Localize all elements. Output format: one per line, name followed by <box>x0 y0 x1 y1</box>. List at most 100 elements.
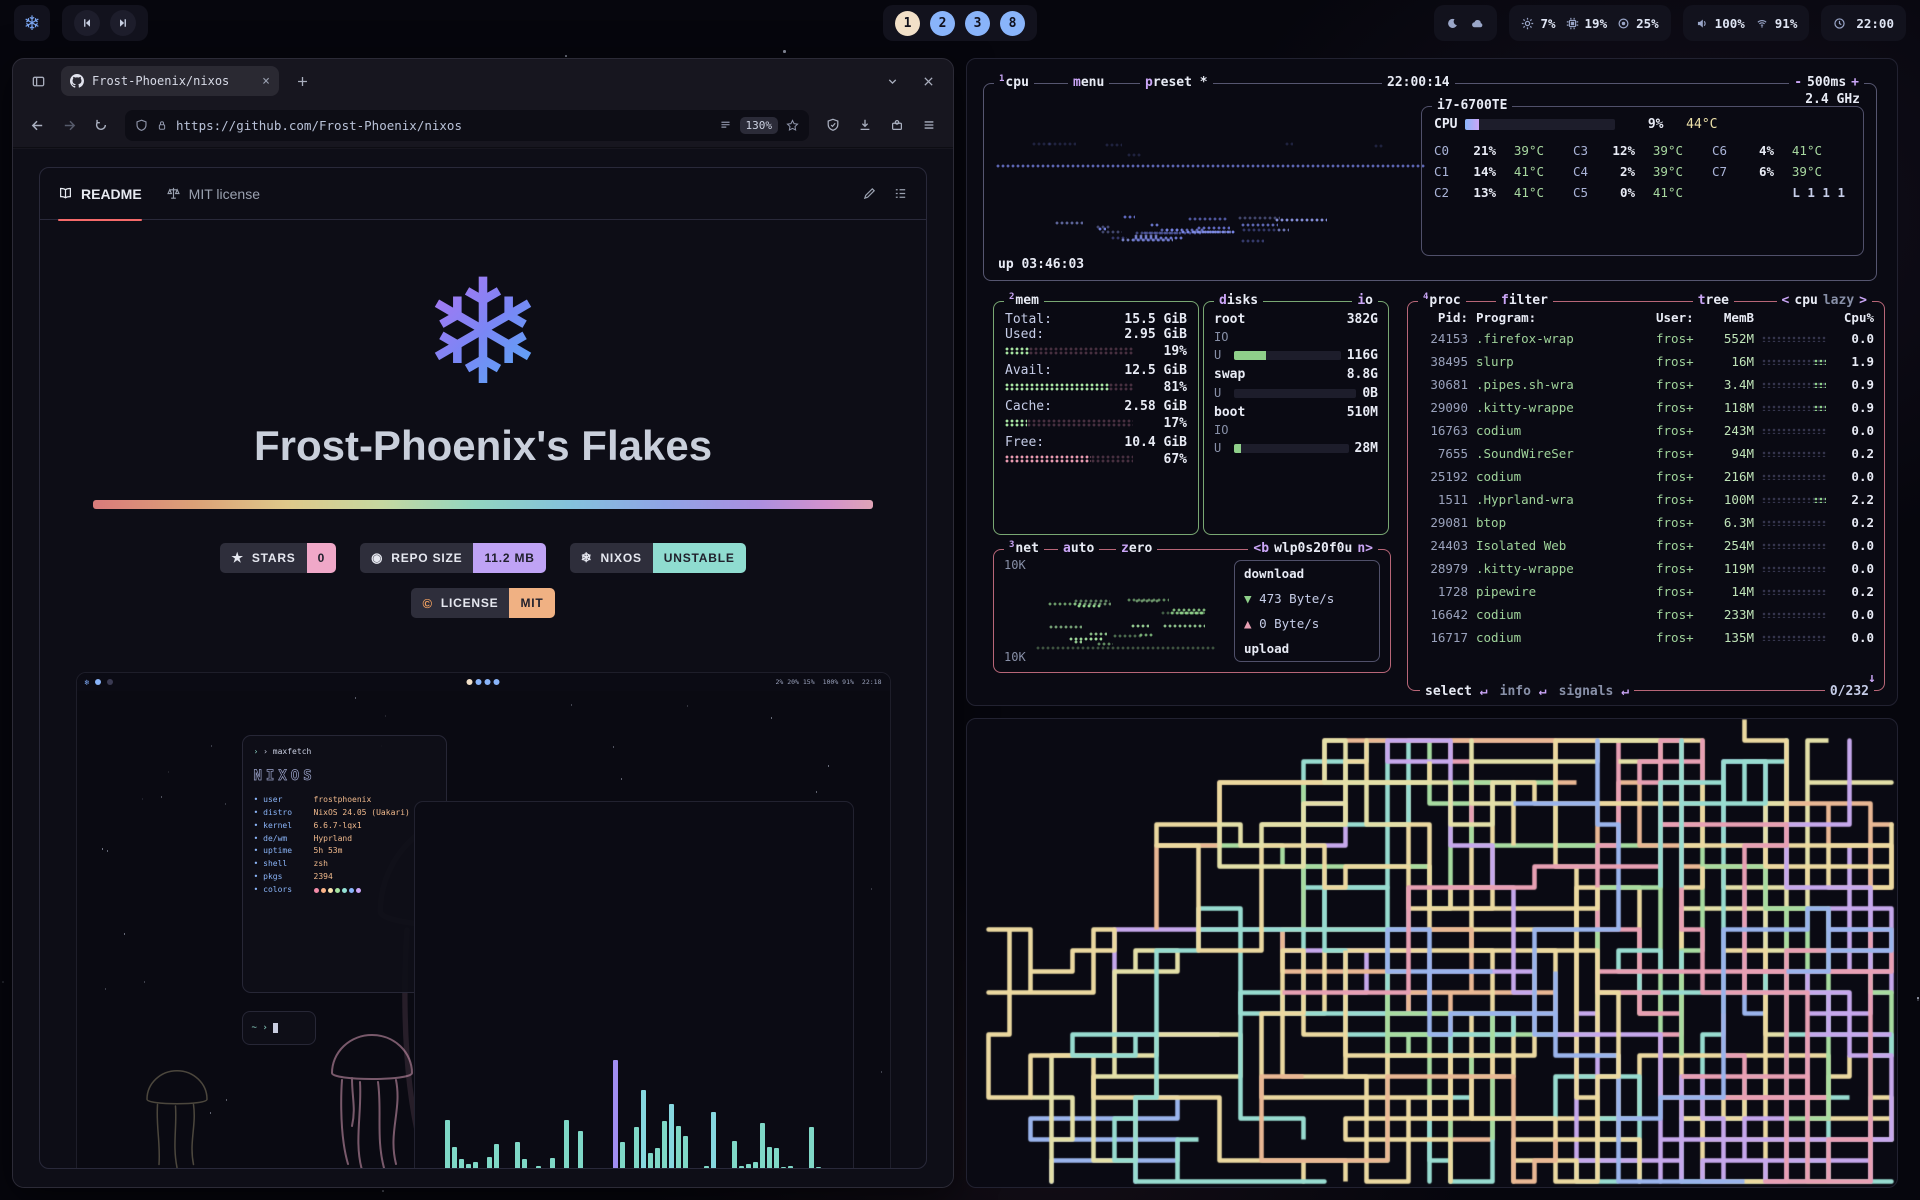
visualizer-bar <box>655 1148 660 1169</box>
preset-button[interactable]: preset * <box>1140 75 1213 90</box>
process-row-1728[interactable]: 1728pipewirefros+14M0.2 <box>1418 580 1874 603</box>
workspace-button-2[interactable]: 2 <box>930 11 955 36</box>
graph-dots <box>1055 221 1084 226</box>
tracking-shield-icon[interactable] <box>135 119 148 132</box>
disk-io-row: IO <box>1214 422 1378 438</box>
forward-button[interactable] <box>55 111 83 139</box>
process-row-24153[interactable]: 24153.firefox-wrapfros+552M0.0 <box>1418 327 1874 350</box>
mini-status-modules: 2% 20% 15% 100% 91% 22:18 <box>775 678 881 686</box>
net-auto-button[interactable]: auto <box>1058 541 1099 556</box>
graph-dots <box>1150 223 1161 228</box>
reload-button[interactable] <box>87 111 115 139</box>
process-row-16763[interactable]: 16763codiumfros+243M0.0 <box>1418 419 1874 442</box>
bookmark-star-icon[interactable] <box>786 119 799 132</box>
workspace-button-8[interactable]: 8 <box>1000 11 1025 36</box>
reader-mode-icon[interactable] <box>719 119 732 132</box>
tab-mit-license[interactable]: MIT license <box>166 168 260 220</box>
back-button[interactable] <box>23 111 51 139</box>
prev-workspace-button[interactable] <box>74 10 100 36</box>
tab-readme[interactable]: README <box>58 168 142 220</box>
badge-nixos[interactable]: ❄NIXOSUNSTABLE <box>570 543 746 573</box>
net-graph <box>1036 558 1226 658</box>
fetch-row-uptime: • uptime5h 53m <box>254 845 435 858</box>
tab-close-button[interactable]: × <box>262 74 270 89</box>
process-row-29090[interactable]: 29090.kitty-wrappefros+118M0.9 <box>1418 396 1874 419</box>
puzzle-icon <box>890 118 904 132</box>
core-C5: C50%41°C <box>1573 182 1712 203</box>
tab-list-button[interactable] <box>879 68 905 94</box>
process-row-7655[interactable]: 7655.SoundWireSerfros+94M0.2 <box>1418 442 1874 465</box>
process-row-28979[interactable]: 28979.kitty-wrappefros+119M0.0 <box>1418 557 1874 580</box>
visualizer-bar <box>487 1157 492 1169</box>
flake-logo: ❄ <box>422 260 544 406</box>
url-bar[interactable]: https://github.com/Frost-Phoenix/nixos 1… <box>125 110 809 141</box>
badge-label: STARS <box>252 551 296 565</box>
browser-tab[interactable]: Frost-Phoenix/nixos × <box>61 66 279 96</box>
sidebar-icon <box>31 74 46 89</box>
system-stats-module[interactable]: 7% 19% 25% <box>1509 5 1670 41</box>
cpu-total-temp: 44°C <box>1671 117 1717 132</box>
url-text[interactable]: https://github.com/Frost-Phoenix/nixos <box>176 118 711 133</box>
mem-meter <box>1005 383 1133 391</box>
process-row-38495[interactable]: 38495slurpfros+16M1.9 <box>1418 350 1874 373</box>
visualizer-bar <box>620 1142 625 1169</box>
lock-icon[interactable] <box>156 119 168 132</box>
badge-repo-size[interactable]: ◉REPO SIZE11.2 MB <box>360 543 546 573</box>
badge-stars[interactable]: ★STARS0 <box>220 543 336 573</box>
next-workspace-button[interactable] <box>110 10 136 36</box>
visualizer-bar <box>522 1159 527 1169</box>
io-mode-button[interactable]: io <box>1352 293 1378 308</box>
badge-license[interactable]: ©LICENSEMIT <box>411 588 554 618</box>
disks-box-title: disks <box>1214 293 1263 308</box>
zoom-indicator[interactable]: 130% <box>740 117 779 134</box>
process-row-24403[interactable]: 24403Isolated Webfros+254M0.0 <box>1418 534 1874 557</box>
process-row-25192[interactable]: 25192codiumfros+216M0.0 <box>1418 465 1874 488</box>
window-close-button[interactable] <box>915 68 941 94</box>
downloads-button[interactable] <box>851 111 879 139</box>
audio-network-module[interactable]: 100% 91% <box>1683 5 1810 41</box>
fetch-row-distro: • distroNixOS 24.05 (Uakari) <box>254 807 435 820</box>
new-tab-button[interactable] <box>289 68 315 94</box>
tree-button[interactable]: tree <box>1693 293 1734 308</box>
cloud-icon <box>1469 17 1485 30</box>
outline-button[interactable] <box>893 186 908 201</box>
refresh-rate-control[interactable]: -500ms+ <box>1789 75 1864 90</box>
palette-dot <box>349 888 354 893</box>
info-button[interactable]: info ↵ <box>1500 684 1547 699</box>
edit-readme-button[interactable] <box>862 186 877 201</box>
process-row-1511[interactable]: 1511.Hyprland-wrafros+100M2.2 <box>1418 488 1874 511</box>
rainbow-divider <box>93 500 873 509</box>
disk-used-meter <box>1234 389 1356 398</box>
extensions-button[interactable] <box>883 111 911 139</box>
process-row-16717[interactable]: 16717codiumfros+135M0.0 <box>1418 626 1874 649</box>
process-row-30681[interactable]: 30681.pipes.sh-wrafros+3.4M0.9 <box>1418 373 1874 396</box>
select-button[interactable]: select ↵ <box>1425 684 1488 699</box>
visualizer-bar <box>564 1120 569 1169</box>
graph-dots <box>1374 144 1383 149</box>
workspace-button-3[interactable]: 3 <box>965 11 990 36</box>
process-row-29081[interactable]: 29081btopfros+6.3M0.2 <box>1418 511 1874 534</box>
graph-dots <box>1127 153 1141 158</box>
badge-value: UNSTABLE <box>653 543 746 573</box>
protection-shield-button[interactable] <box>819 111 847 139</box>
visualizer-bar <box>557 1168 562 1169</box>
process-row-16642[interactable]: 16642codiumfros+233M0.0 <box>1418 603 1874 626</box>
workspace-button-1[interactable]: 1 <box>895 11 920 36</box>
net-scale-top: 10K <box>1004 558 1026 572</box>
visualizer-bar <box>816 1167 821 1169</box>
shield-check-icon <box>826 118 840 132</box>
weather-widget[interactable] <box>1434 5 1497 41</box>
net-zero-button[interactable]: zero <box>1116 541 1157 556</box>
sort-selector[interactable]: <cpulazy> <box>1777 293 1872 308</box>
download-label: download <box>1244 566 1304 581</box>
sidebar-toggle-button[interactable] <box>25 68 51 94</box>
tab-title: Frost-Phoenix/nixos <box>92 74 229 88</box>
nixos-launcher-button[interactable]: ❄ <box>14 5 50 41</box>
disk-used-meter <box>1234 351 1341 360</box>
menu-button[interactable]: menu <box>1068 75 1109 90</box>
clock-module[interactable]: 22:00 <box>1821 5 1906 41</box>
filter-button[interactable]: filter <box>1496 293 1553 308</box>
signals-button[interactable]: signals ↵ <box>1559 684 1629 699</box>
net-interface-selector[interactable]: <bwlp0s20f0un> <box>1248 541 1378 556</box>
menu-button[interactable] <box>915 111 943 139</box>
